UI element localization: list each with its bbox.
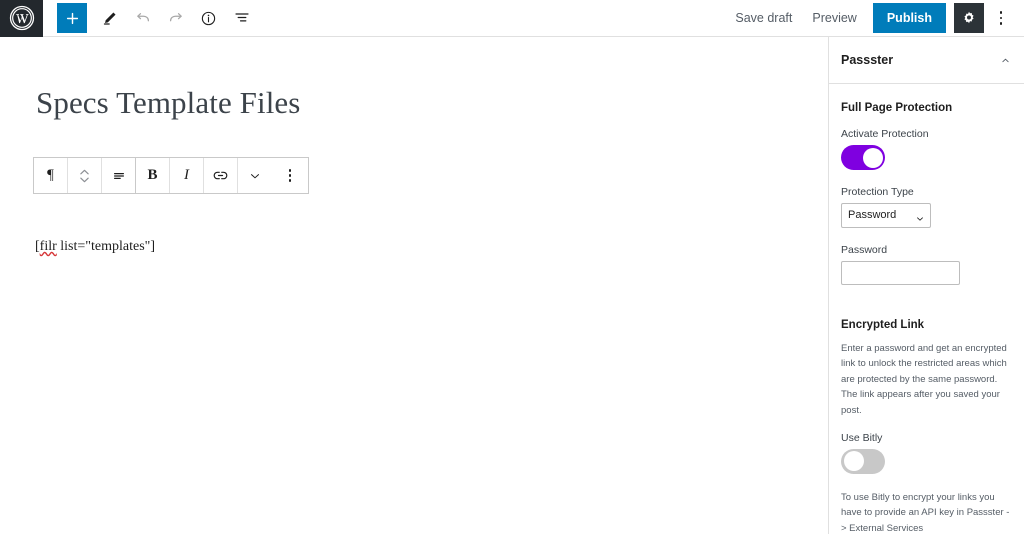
outline-list-icon	[234, 13, 249, 22]
chevron-down-icon	[251, 173, 259, 178]
passster-panel-header[interactable]: Passster	[829, 37, 1024, 84]
edit-tool-button[interactable]	[93, 2, 126, 35]
italic-icon: I	[184, 167, 189, 183]
gear-icon	[964, 11, 974, 24]
editor-canvas: Specs Template Files ¶ B I [filr list="t…	[0, 37, 828, 534]
use-bitly-label: Use Bitly	[841, 431, 883, 444]
activate-protection-label: Activate Protection	[841, 128, 929, 140]
toggle-knob	[843, 451, 864, 472]
bold-icon: B	[147, 167, 158, 183]
redo-arrow-icon	[169, 13, 182, 22]
block-options-button[interactable]	[272, 158, 308, 193]
chevron-up-down-icon	[80, 169, 89, 182]
align-text-icon	[113, 172, 124, 179]
save-draft-button[interactable]: Save draft	[725, 5, 802, 31]
protection-type-select-wrap: Password	[841, 203, 931, 228]
info-circle-icon	[201, 11, 216, 25]
shortcode-block[interactable]: [filr list="templates"]	[35, 239, 155, 255]
toggle-knob	[862, 147, 883, 168]
encrypted-link-heading: Encrypted Link	[841, 319, 925, 331]
details-button[interactable]	[192, 2, 225, 35]
activate-protection-toggle[interactable]	[841, 145, 885, 170]
protection-type-label: Protection Type	[841, 186, 914, 198]
move-block-updown-button[interactable]	[68, 158, 102, 193]
editor-top-bar: Save draft Preview Publish	[0, 0, 1024, 37]
shortcode-name-misspelled: filr	[39, 239, 57, 254]
pencil-icon	[103, 11, 116, 25]
password-label: Password	[841, 244, 888, 256]
full-page-protection-heading: Full Page Protection	[841, 102, 953, 114]
link-chain-icon	[213, 171, 228, 180]
kebab-vertical-icon	[999, 10, 1003, 26]
protection-type-select[interactable]: Password	[841, 203, 931, 228]
redo-button[interactable]	[159, 2, 192, 35]
top-bar-right-actions: Save draft Preview Publish	[725, 3, 1024, 33]
plus-icon	[66, 12, 78, 24]
shortcode-bracket-close: ]	[150, 239, 156, 254]
use-bitly-toggle[interactable]	[841, 448, 885, 474]
top-bar-left-tools	[57, 2, 258, 35]
more-options-button[interactable]	[986, 3, 1016, 33]
encrypted-link-help-text: Enter a password and get an encrypted li…	[841, 343, 1007, 416]
post-title[interactable]: Specs Template Files	[36, 85, 300, 121]
block-type-paragraph-button[interactable]: ¶	[34, 158, 68, 193]
bitly-help-text: To use Bitly to encrypt your links you h…	[841, 491, 1010, 534]
wordpress-block-editor: Save draft Preview Publish Specs Templat…	[0, 0, 1024, 534]
kebab-vertical-icon	[288, 168, 292, 183]
undo-button[interactable]	[126, 2, 159, 35]
passster-panel-body: Full Page Protection Activate Protection…	[829, 84, 1024, 534]
link-button[interactable]	[204, 158, 238, 193]
italic-button[interactable]: I	[170, 158, 204, 193]
passster-panel-title: Passster	[841, 53, 894, 67]
password-input[interactable]	[841, 261, 960, 285]
wordpress-logo-icon[interactable]	[0, 0, 43, 37]
settings-sidebar: Passster Full Page Protection Activate P…	[828, 37, 1024, 534]
add-block-button[interactable]	[57, 3, 87, 33]
block-toolbar: ¶ B I	[33, 157, 309, 194]
undo-arrow-icon	[136, 13, 149, 22]
list-view-button[interactable]	[225, 2, 258, 35]
publish-button[interactable]: Publish	[872, 3, 946, 33]
shortcode-attributes: list="templates"	[56, 239, 151, 254]
chevron-up-icon[interactable]	[998, 53, 1012, 67]
preview-button[interactable]: Preview	[802, 5, 866, 31]
align-text-button[interactable]	[102, 158, 136, 193]
paragraph-pilcrow-icon: ¶	[47, 167, 54, 183]
settings-button[interactable]	[954, 3, 984, 33]
more-rich-text-button[interactable]	[238, 158, 272, 193]
bold-button[interactable]: B	[136, 158, 170, 193]
